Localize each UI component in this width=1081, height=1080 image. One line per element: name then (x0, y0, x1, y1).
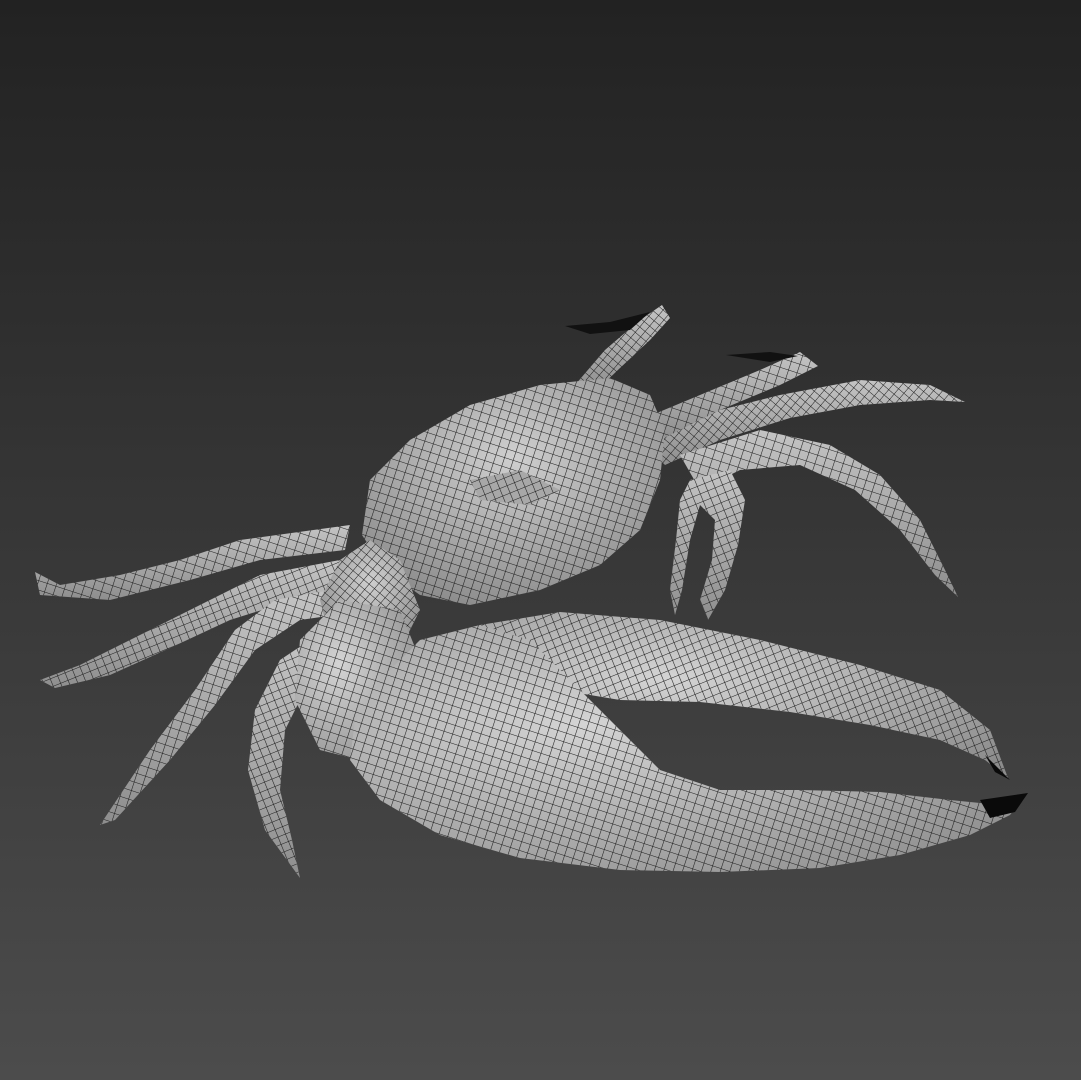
viewport-canvas[interactable] (0, 0, 1081, 1080)
3d-viewport[interactable] (0, 0, 1081, 1080)
